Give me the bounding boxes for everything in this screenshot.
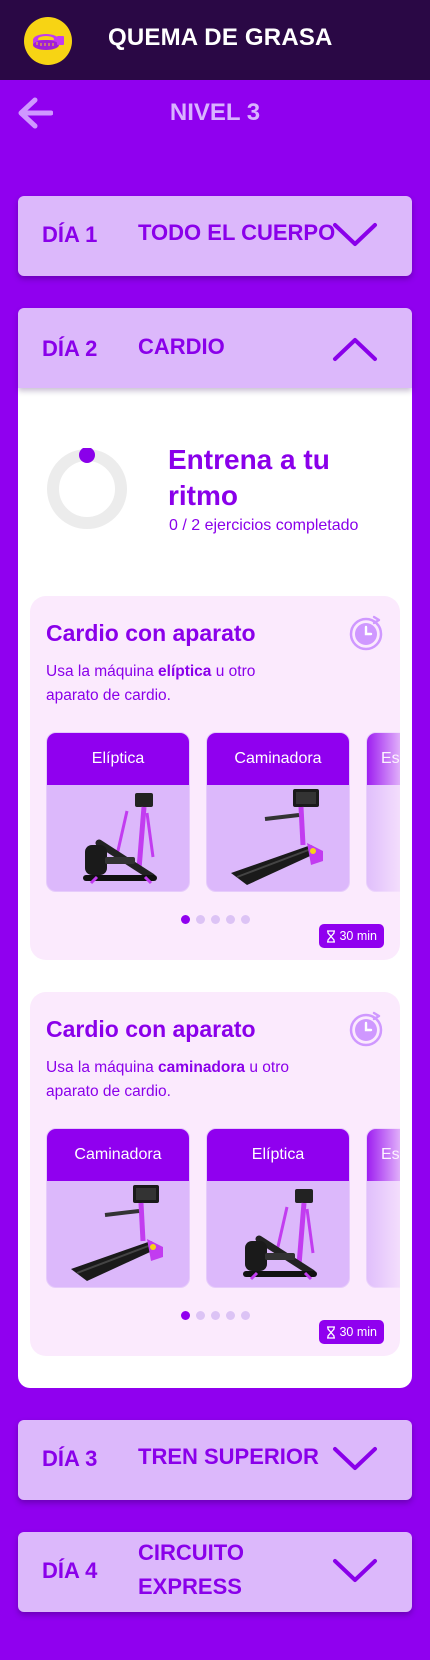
- progress-count: 0 / 2 ejercicios completado: [169, 517, 359, 534]
- machine-label: Elíptica: [207, 1129, 349, 1181]
- app-header: QUEMA DE GRASA: [0, 0, 430, 80]
- description-highlight: caminadora: [158, 1059, 246, 1076]
- app-title: QUEMA DE GRASA: [108, 24, 333, 51]
- machine-label: Elíptica: [47, 733, 189, 785]
- day-3-header[interactable]: DÍA 3 TREN SUPERIOR: [18, 1420, 412, 1500]
- day-number: DÍA 4: [42, 1558, 98, 1583]
- day-name: CIRCUITO EXPRESS: [138, 1540, 244, 1599]
- duration-badge: 30 min: [319, 924, 384, 948]
- machine-carousel[interactable]: Caminadora Elíptica: [46, 1128, 400, 1290]
- pagination-dot[interactable]: [225, 915, 235, 924]
- exercise-title: Cardio con aparato: [46, 1016, 256, 1042]
- elliptical-machine-icon: [83, 793, 157, 885]
- day-name: CARDIO: [138, 334, 225, 359]
- chevron-down-icon: [333, 1559, 377, 1582]
- carousel-fade: [360, 1128, 400, 1290]
- description-text: Usa la máquina: [46, 663, 159, 680]
- day-2-header[interactable]: DÍA 2 CARDIO: [18, 308, 412, 388]
- machine-label: Caminadora: [207, 733, 349, 785]
- day-4-header[interactable]: DÍA 4 CIRCUITO EXPRESS: [18, 1532, 412, 1612]
- exercise-card[interactable]: Cardio con aparato Usa la máquina camina…: [30, 992, 400, 1356]
- exercise-description: Usa la máquina caminadora u otro aparato…: [46, 1056, 296, 1104]
- duration-badge: 30 min: [319, 1320, 384, 1344]
- duration-text: 30 min: [339, 929, 377, 943]
- pagination-dot[interactable]: [195, 1311, 205, 1320]
- day-2-panel: DÍA 2 CARDIO Entrena a tu ritmo 0 / 2 ej…: [18, 308, 412, 1388]
- timer-icon[interactable]: [346, 1008, 386, 1048]
- pagination-dot[interactable]: [180, 1311, 190, 1320]
- day-number: DÍA 2: [42, 336, 98, 361]
- elliptical-machine-icon: [243, 1189, 317, 1281]
- day-name: TREN SUPERIOR: [138, 1444, 319, 1469]
- hourglass-icon: [327, 929, 336, 943]
- carousel-fade: [360, 732, 400, 894]
- pagination-dot[interactable]: [240, 1311, 250, 1320]
- pagination-dot[interactable]: [210, 1311, 220, 1320]
- pagination-dot[interactable]: [210, 915, 220, 924]
- pagination-dot[interactable]: [225, 1311, 235, 1320]
- machine-card-treadmill[interactable]: Caminadora: [206, 732, 350, 892]
- day-number: DÍA 1: [42, 222, 98, 247]
- level-title: NIVEL 3: [169, 99, 261, 126]
- description-highlight: elíptica: [158, 663, 212, 680]
- exercise-description: Usa la máquina elíptica u otro aparato d…: [46, 660, 296, 708]
- treadmill-icon: [231, 789, 323, 885]
- day-1-header[interactable]: DÍA 1 TODO EL CUERPO: [18, 196, 412, 276]
- pagination-dot[interactable]: [195, 915, 205, 924]
- day-name: TODO EL CUERPO: [138, 220, 336, 245]
- chevron-up-icon: [333, 338, 377, 361]
- chevron-down-icon: [333, 1447, 377, 1470]
- progress-title: Entrena a tu ritmo: [168, 444, 330, 511]
- machine-card-treadmill[interactable]: Caminadora: [46, 1128, 190, 1288]
- hourglass-icon: [327, 1325, 336, 1339]
- day-number: DÍA 3: [42, 1446, 98, 1471]
- machine-label: Caminadora: [47, 1129, 189, 1181]
- chevron-down-icon: [333, 223, 377, 246]
- pagination-dot[interactable]: [240, 915, 250, 924]
- pagination-dot[interactable]: [180, 915, 190, 924]
- machine-card-elliptical[interactable]: Elíptica: [206, 1128, 350, 1288]
- exercise-card[interactable]: Cardio con aparato Usa la máquina elípti…: [30, 596, 400, 960]
- exercise-title: Cardio con aparato: [46, 620, 256, 646]
- description-text: Usa la máquina: [46, 1059, 159, 1076]
- duration-text: 30 min: [339, 1325, 377, 1339]
- machine-card-elliptical[interactable]: Elíptica: [46, 732, 190, 892]
- progress-ring: [47, 448, 127, 529]
- machine-carousel[interactable]: Elíptica Caminadora: [46, 732, 400, 894]
- measuring-tape-icon: [24, 17, 72, 65]
- treadmill-icon: [71, 1185, 163, 1281]
- timer-icon[interactable]: [346, 612, 386, 652]
